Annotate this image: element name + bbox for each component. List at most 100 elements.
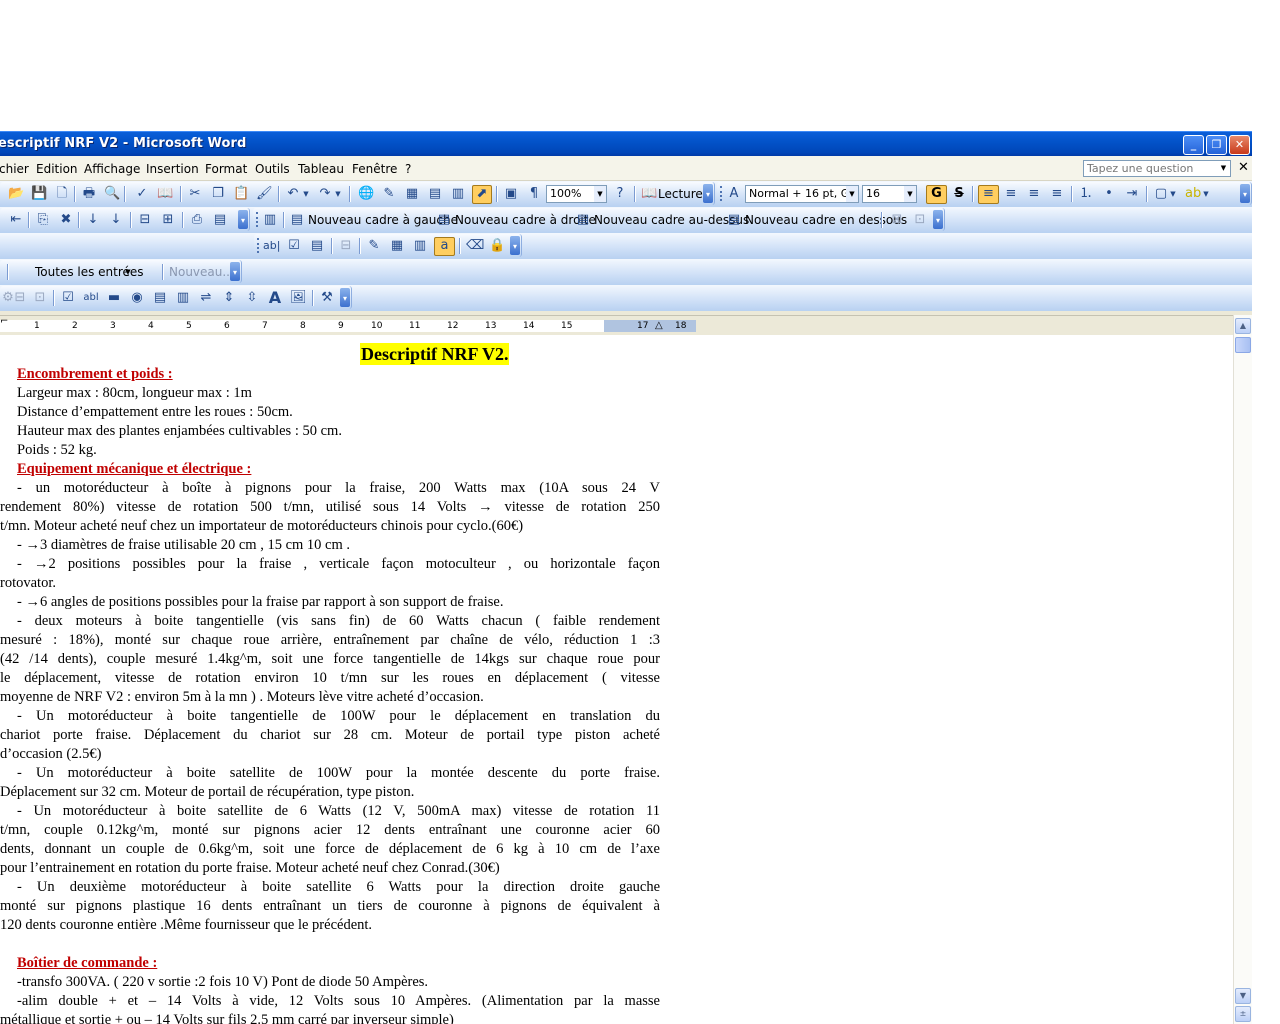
view-code-icon[interactable]: ⊡ [32, 290, 48, 306]
copy-icon[interactable]: ❐ [210, 186, 226, 202]
lock-doc-icon[interactable]: ⎙ [189, 212, 205, 228]
title-bar[interactable]: escriptif NRF V2 - Microsoft Word _ ❐ ✕ [0, 131, 1252, 156]
delete-frame-icon[interactable]: ⊠ [889, 212, 905, 228]
highlight-icon[interactable]: ab [1185, 186, 1201, 202]
close-button[interactable]: ✕ [1229, 135, 1250, 155]
align-right-icon[interactable]: ≡ [1026, 186, 1042, 202]
save-icon[interactable]: 💾 [31, 186, 47, 202]
right-indent-marker-icon[interactable]: △ [655, 320, 663, 332]
remove-subdoc-icon[interactable]: ✖ [58, 212, 74, 228]
sort-descending-icon[interactable]: ↓ [108, 212, 124, 228]
new-frame-right-icon[interactable]: ▤ [436, 212, 452, 228]
toolbar-options-icon[interactable]: ▾ [703, 184, 713, 203]
print-preview-icon[interactable]: 🔍 [104, 186, 120, 202]
bold-button[interactable]: G [926, 185, 947, 204]
horizontal-ruler[interactable]: 1 2 3 4 5 6 7 8 9 10 11 12 13 14 15 17 1… [0, 315, 1233, 335]
dropdown-field-icon[interactable]: ▤ [309, 238, 325, 254]
listbox-icon[interactable]: ▤ [152, 290, 168, 306]
cut-icon[interactable]: ✂ [187, 186, 203, 202]
minimize-button[interactable]: _ [1183, 135, 1204, 155]
text-field-icon[interactable]: ab| [263, 238, 280, 254]
button-control-icon[interactable]: ▬ [106, 290, 122, 306]
label-control-icon[interactable]: A [267, 290, 283, 306]
spelling-icon[interactable]: ✓ [134, 186, 150, 202]
toggle-button-icon[interactable]: ⇌ [198, 290, 214, 306]
toolbar-options-icon[interactable]: ▾ [230, 262, 240, 281]
toolbar-grip[interactable] [720, 186, 724, 201]
tab-selector-icon[interactable]: ⌐ [0, 316, 8, 328]
menu-help[interactable]: ? [405, 162, 411, 176]
scrollbar-control-icon[interactable]: ⇳ [244, 290, 260, 306]
combobox-icon[interactable]: ▥ [175, 290, 191, 306]
borders-dropdown-icon[interactable]: ▼ [1169, 186, 1177, 202]
align-left-icon[interactable]: ≡ [978, 185, 999, 204]
zoom-combo[interactable]: 100% ▼ [546, 185, 607, 203]
document-close-icon[interactable]: ✕ [1238, 160, 1249, 175]
protect-form-icon[interactable]: 🔒 [489, 238, 505, 254]
menu-format[interactable]: Format [205, 162, 247, 176]
font-size-dropdown-icon[interactable]: ▼ [904, 186, 916, 202]
borders-icon[interactable]: ▢ [1153, 186, 1169, 202]
menu-edition[interactable]: Edition [36, 162, 78, 176]
reading-icon[interactable]: 📖 [641, 186, 657, 202]
redo-icon[interactable]: ↷ [317, 186, 333, 202]
merge-icon[interactable]: ⊟ [137, 212, 153, 228]
undo-icon[interactable]: ↶ [285, 186, 301, 202]
tables-borders-icon[interactable]: ✎ [381, 186, 397, 202]
checkbox-field-icon[interactable]: ☑ [286, 238, 302, 254]
open-icon[interactable]: 📂 [8, 186, 24, 202]
insert-subdoc-icon[interactable]: ⎘ [35, 212, 51, 228]
reset-fields-icon[interactable]: ⌫ [466, 238, 484, 254]
zoom-dropdown-icon[interactable]: ▼ [594, 186, 606, 202]
styles-formatting-icon[interactable]: A [726, 186, 742, 202]
frame-properties-icon[interactable]: ⊡ [912, 212, 928, 228]
style-dropdown-icon[interactable]: ▼ [846, 186, 858, 202]
undo-dropdown-icon[interactable]: ▼ [302, 186, 310, 202]
ask-question-box[interactable]: Tapez une question ▼ [1083, 160, 1231, 177]
field-options-icon[interactable]: ⊟ [338, 238, 354, 254]
all-entries-dropdown-icon[interactable]: ▼ [124, 264, 132, 280]
sort-ascending-icon[interactable]: ↓ [85, 212, 101, 228]
option-button-icon[interactable]: ◉ [129, 290, 145, 306]
toolbar-options-icon[interactable]: ▾ [340, 288, 350, 307]
textbox-control-icon[interactable]: abl [83, 290, 99, 306]
checkbox-control-icon[interactable]: ☑ [60, 290, 76, 306]
insert-table-icon[interactable]: ▦ [404, 186, 420, 202]
menu-file[interactable]: chier [0, 162, 29, 176]
maximize-button[interactable]: ❐ [1206, 135, 1227, 155]
scroll-up-icon[interactable]: ▲ [1235, 318, 1251, 334]
ask-dropdown-icon[interactable]: ▼ [1218, 162, 1229, 175]
insert-excel-icon[interactable]: ▤ [427, 186, 443, 202]
new-autotext-button[interactable]: Nouveau... [169, 265, 234, 279]
toolbar-grip[interactable] [256, 212, 260, 227]
permission-icon[interactable]: 🗋 [54, 186, 70, 202]
toolbar-options-icon[interactable]: ▾ [933, 210, 943, 229]
toolbar-options-icon[interactable]: ▾ [510, 236, 520, 255]
align-center-icon[interactable]: ≡ [1003, 186, 1019, 202]
toc-in-frame-icon[interactable]: ▥ [262, 212, 278, 228]
scroll-down-icon[interactable]: ▼ [1235, 988, 1251, 1004]
new-frame-below-icon[interactable]: ▤ [726, 212, 742, 228]
toolbar-grip[interactable] [257, 238, 261, 253]
promote-icon[interactable]: ⇤ [8, 212, 24, 228]
menu-affichage[interactable]: Affichage [84, 162, 140, 176]
document-page[interactable]: Descriptif NRF V2. Encombrement et poids… [0, 335, 1233, 1024]
paste-icon[interactable]: 📋 [233, 186, 249, 202]
menu-fenetre[interactable]: Fenêtre [352, 162, 397, 176]
bullets-icon[interactable]: • [1101, 186, 1117, 202]
properties-icon[interactable]: ⊟ [12, 290, 28, 306]
previous-page-icon[interactable]: ± [1235, 1006, 1251, 1022]
menu-outils[interactable]: Outils [255, 162, 290, 176]
show-hide-icon[interactable]: ¶ [526, 186, 542, 202]
drawing-icon[interactable]: ⬈ [472, 185, 492, 204]
format-painter-icon[interactable]: 🖌 [256, 186, 273, 202]
split-icon[interactable]: ⊞ [160, 212, 176, 228]
insert-frame-icon[interactable]: ▥ [412, 238, 428, 254]
more-controls-icon[interactable]: ⚒ [319, 290, 335, 306]
hyperlink-icon[interactable]: 🌐 [358, 186, 374, 202]
redo-dropdown-icon[interactable]: ▼ [334, 186, 342, 202]
help-icon[interactable]: ? [612, 186, 628, 202]
new-frame-above-icon[interactable]: ▤ [575, 212, 591, 228]
indent-icon[interactable]: ⇥ [1124, 186, 1140, 202]
menu-insertion[interactable]: Insertion [146, 162, 199, 176]
